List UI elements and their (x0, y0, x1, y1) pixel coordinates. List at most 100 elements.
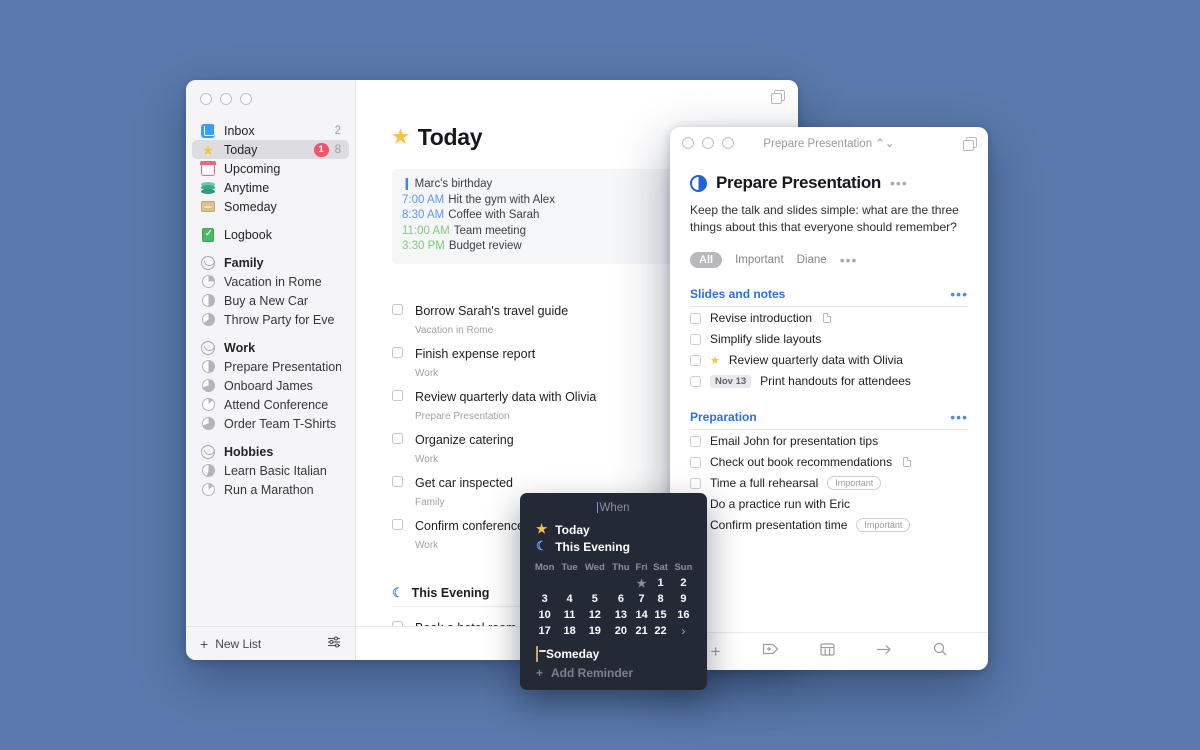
copy-icon[interactable] (771, 89, 785, 104)
date-option-someday[interactable]: Someday (520, 645, 707, 663)
task-checkbox[interactable] (392, 518, 403, 530)
task-checkbox[interactable] (392, 389, 403, 401)
plus-icon[interactable]: + (711, 643, 721, 660)
calendar-day[interactable]: 6 (609, 591, 633, 607)
task-checkbox[interactable] (690, 354, 701, 366)
new-list-button[interactable]: + New List (200, 637, 261, 651)
sidebar-item-someday[interactable]: Someday (192, 197, 349, 216)
sidebar-project-prepare-presentation[interactable]: Prepare Presentation (192, 357, 349, 376)
calendar-day[interactable]: 16 (671, 607, 696, 623)
calendar-day[interactable]: 2 (671, 575, 696, 591)
sidebar-project-run-a-marathon[interactable]: Run a Marathon (192, 480, 349, 499)
checklist-row[interactable]: Nov 13 Print handouts for attendees (690, 370, 968, 391)
project-progress-icon[interactable] (690, 174, 707, 192)
calendar-day[interactable] (581, 575, 609, 591)
search-icon[interactable] (933, 642, 947, 661)
date-option-this-evening[interactable]: ☾ This Evening (520, 538, 707, 555)
sidebar-project-learn-basic-italian[interactable]: Learn Basic Italian (192, 461, 349, 480)
task-checkbox[interactable] (690, 456, 701, 468)
calendar-day[interactable]: 19 (581, 623, 609, 639)
calendar-day[interactable]: 20 (609, 623, 633, 639)
sidebar-item-today[interactable]: ★ Today 1 8 (192, 140, 349, 159)
calendar-day[interactable] (531, 575, 558, 591)
when-input[interactable]: When (520, 501, 707, 521)
sidebar-project-buy-a-new-car[interactable]: Buy a New Car (192, 291, 349, 310)
calendar-day-today[interactable]: ★ (633, 575, 650, 591)
task-checkbox[interactable] (690, 312, 701, 324)
sidebar-area-work[interactable]: Work (192, 338, 349, 357)
checklist-row[interactable]: Email John for presentation tips (690, 430, 968, 451)
detail-note[interactable]: Keep the talk and slides simple: what ar… (690, 202, 968, 235)
calendar-day[interactable]: 17 (531, 623, 558, 639)
calendar-day[interactable]: 13 (609, 607, 633, 623)
calendar-day[interactable] (609, 575, 633, 591)
sidebar-item-upcoming[interactable]: Upcoming (192, 159, 349, 178)
sidebar-item-inbox[interactable]: Inbox 2 (192, 121, 349, 140)
calendar-day[interactable]: 4 (558, 591, 581, 607)
calendar-day[interactable]: 21 (633, 623, 650, 639)
filter-tag-diane[interactable]: Diane (797, 254, 827, 266)
zoom-button[interactable] (722, 137, 734, 149)
calendar-day[interactable]: 12 (581, 607, 609, 623)
sidebar-project-order-team-t-shirts[interactable]: Order Team T-Shirts (192, 414, 349, 433)
checklist-row[interactable]: Time a full rehearsal Important (690, 472, 968, 493)
window-controls-main[interactable] (186, 80, 355, 105)
ellipsis-icon[interactable]: ••• (840, 253, 858, 267)
checklist-row[interactable]: Revise introduction (690, 307, 968, 328)
checklist-row[interactable]: ★ Review quarterly data with Olivia (690, 349, 968, 370)
calendar-day[interactable] (558, 575, 581, 591)
close-button[interactable] (200, 93, 212, 105)
copy-icon[interactable] (963, 136, 977, 151)
calendar-day[interactable]: 22 (650, 623, 671, 639)
calendar-next-month-button[interactable]: › (671, 623, 696, 639)
calendar-day[interactable]: 5 (581, 591, 609, 607)
add-reminder-button[interactable]: + Add Reminder (520, 663, 707, 680)
zoom-button[interactable] (240, 93, 252, 105)
calendar-day[interactable]: 11 (558, 607, 581, 623)
sidebar-project-vacation-in-rome[interactable]: Vacation in Rome (192, 272, 349, 291)
calendar-day[interactable]: 8 (650, 591, 671, 607)
task-checkbox[interactable] (392, 346, 403, 358)
sidebar-project-attend-conference[interactable]: Attend Conference (192, 395, 349, 414)
task-checkbox[interactable] (392, 432, 403, 444)
checklist-row[interactable]: Check out book recommendations (690, 451, 968, 472)
sidebar-item-logbook[interactable]: Logbook (192, 225, 349, 244)
calendar-day[interactable]: 15 (650, 607, 671, 623)
date-option-today[interactable]: ★ Today (520, 521, 707, 538)
move-arrow-icon[interactable] (876, 643, 892, 661)
task-checkbox[interactable] (690, 375, 701, 387)
close-button[interactable] (682, 137, 694, 149)
calendar-icon[interactable] (820, 642, 835, 661)
sidebar-project-throw-party-for-eve[interactable]: Throw Party for Eve (192, 310, 349, 329)
calendar-day[interactable]: 9 (671, 591, 696, 607)
task-checkbox[interactable] (690, 333, 701, 345)
inbox-count: 2 (334, 124, 341, 137)
minimize-button[interactable] (220, 93, 232, 105)
sidebar-item-anytime[interactable]: Anytime (192, 178, 349, 197)
task-checkbox[interactable] (392, 475, 403, 487)
task-checkbox[interactable] (392, 303, 403, 315)
sidebar-area-hobbies[interactable]: Hobbies (192, 442, 349, 461)
filter-tag-all[interactable]: All (690, 252, 723, 268)
sliders-icon[interactable] (327, 635, 341, 652)
checklist-row[interactable]: Confirm presentation time Important (690, 514, 968, 535)
task-checkbox[interactable] (690, 477, 701, 489)
minimize-button[interactable] (702, 137, 714, 149)
calendar-day[interactable]: 1 (650, 575, 671, 591)
calendar-day[interactable]: 18 (558, 623, 581, 639)
sidebar-project-onboard-james[interactable]: Onboard James (192, 376, 349, 395)
calendar-day[interactable]: 3 (531, 591, 558, 607)
sidebar-area-family[interactable]: Family (192, 253, 349, 272)
checklist-row[interactable]: Simplify slide layouts (690, 328, 968, 349)
new-heading-icon[interactable] (762, 642, 779, 661)
ellipsis-icon[interactable]: ••• (950, 287, 968, 301)
checklist-row[interactable]: Do a practice run with Eric (690, 493, 968, 514)
ellipsis-icon[interactable]: ••• (950, 410, 968, 424)
calendar-day[interactable]: 14 (633, 607, 650, 623)
ellipsis-icon[interactable]: ••• (890, 176, 908, 190)
filter-tag-important[interactable]: Important (735, 254, 784, 266)
window-controls-detail[interactable] (682, 137, 734, 149)
calendar-day[interactable]: 7 (633, 591, 650, 607)
calendar-day[interactable]: 10 (531, 607, 558, 623)
task-checkbox[interactable] (690, 435, 701, 447)
